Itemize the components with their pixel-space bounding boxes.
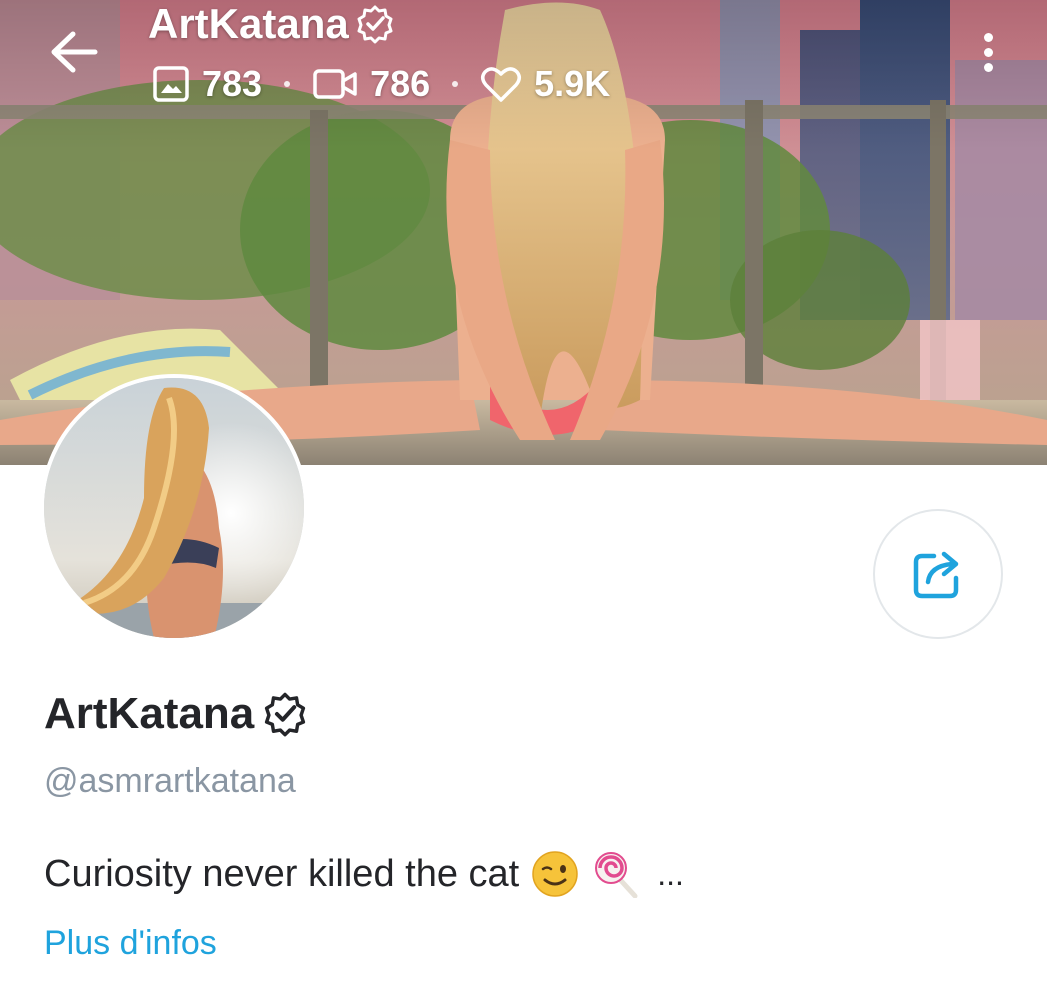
avatar-image xyxy=(44,378,304,638)
stat-likes: 5.9K xyxy=(480,63,610,105)
video-icon xyxy=(313,69,357,99)
kebab-menu-icon xyxy=(983,32,993,42)
stat-photos: 783 xyxy=(152,63,262,105)
winking-face-emoji-icon xyxy=(531,850,579,898)
share-button[interactable] xyxy=(873,509,1003,639)
stat-photos-value: 783 xyxy=(202,63,263,104)
lollipop-emoji-icon xyxy=(591,850,639,898)
stat-videos-value: 786 xyxy=(370,63,431,104)
username-handle: @asmrartkatana xyxy=(44,762,296,800)
bio-text: Curiosity never killed the cat ... xyxy=(44,848,684,900)
profile-stats: 783 786 5.9K xyxy=(152,62,610,106)
image-icon xyxy=(153,66,189,102)
more-info-link[interactable]: Plus d'infos xyxy=(44,924,217,963)
stat-videos: 786 xyxy=(312,63,430,105)
header-title: ArtKatana xyxy=(148,0,395,48)
verified-badge-icon xyxy=(357,5,393,44)
bio-more-ellipsis: ... xyxy=(657,855,684,892)
verified-badge-icon xyxy=(265,692,306,737)
separator-dot xyxy=(452,81,459,87)
share-icon xyxy=(913,551,959,599)
avatar[interactable] xyxy=(40,374,308,642)
separator-dot xyxy=(284,81,291,87)
display-name: ArtKatana xyxy=(44,689,255,738)
more-options-button[interactable] xyxy=(966,24,1010,80)
arrow-left-icon xyxy=(51,31,98,73)
header-title-text: ArtKatana xyxy=(148,0,349,47)
back-button[interactable] xyxy=(46,24,102,80)
stat-likes-value: 5.9K xyxy=(534,63,611,104)
heart-icon xyxy=(481,67,522,102)
profile-name-row: ArtKatana xyxy=(44,686,308,742)
bio-text-content: Curiosity never killed the cat xyxy=(44,852,520,895)
